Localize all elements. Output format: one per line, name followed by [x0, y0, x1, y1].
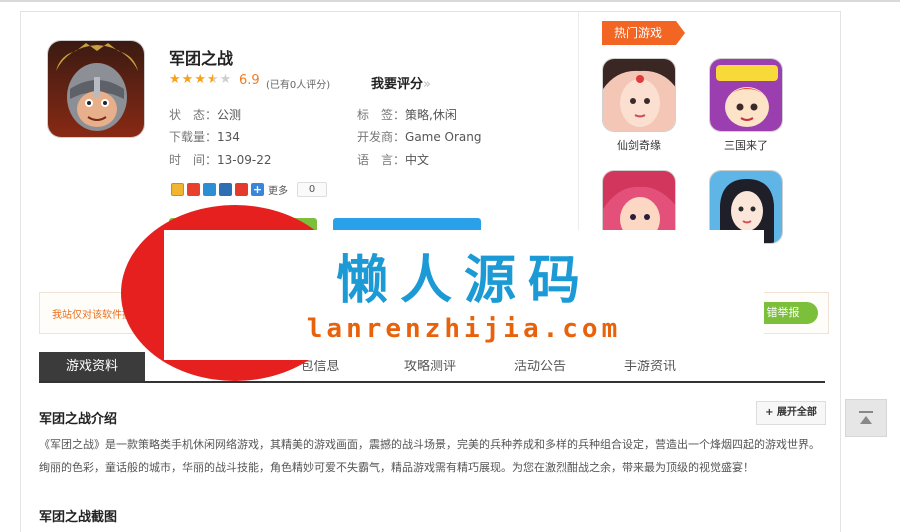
time-value: 13-09-22: [217, 153, 272, 167]
meta-time: 时 间：13-09-22: [169, 151, 271, 168]
screenshots-title: 军团之战截图: [39, 510, 118, 525]
star-icon: ★: [169, 72, 181, 87]
developer-value: Game Orang: [405, 130, 482, 144]
back-to-top-button[interactable]: [845, 399, 887, 437]
meta-tags: 标 签：策略,休闲: [357, 106, 457, 123]
game-icon: [47, 40, 145, 138]
sina-weibo-icon[interactable]: [187, 183, 200, 196]
star-empty-icon: ★: [219, 72, 232, 87]
tab-game-info[interactable]: 游戏资料: [39, 352, 145, 381]
plus-icon[interactable]: +: [251, 183, 264, 196]
tags-label: 标 签：: [357, 108, 406, 122]
rate-link-label: 我要评分: [371, 77, 424, 92]
developer-label: 开发商：: [357, 130, 406, 144]
meta-downloads: 下载量：134: [169, 128, 240, 145]
rating-stars: ★ ★ ★ ★ ★: [169, 73, 231, 87]
hot-game-item[interactable]: 三国来了: [709, 58, 783, 153]
arrow-up-icon: [860, 416, 872, 424]
share-bar: + 更多 0: [171, 182, 327, 197]
rating-count: (已有0人评分): [266, 80, 331, 91]
hot-game-name: 仙剑奇缘: [617, 139, 661, 152]
language-value: 中文: [405, 153, 430, 167]
column-divider: [578, 12, 579, 248]
intro-title: 军团之战介绍: [39, 412, 118, 427]
tags-value: 策略,休闲: [405, 108, 457, 122]
rating-score: 6.9: [239, 73, 260, 88]
share-count: 0: [297, 182, 327, 197]
meta-status: 状 态：公测: [169, 106, 241, 123]
watermark-title: 懒人源码: [335, 251, 592, 311]
downloads-value: 134: [217, 130, 240, 144]
share-more-link[interactable]: 更多: [268, 182, 288, 197]
rate-game-link[interactable]: 我要评分»: [371, 73, 431, 92]
star-icon: ★: [181, 72, 194, 87]
expand-all-button[interactable]: + 展开全部: [756, 401, 826, 425]
intro-text: 《军团之战》是一款策略类手机休闲网络游戏，其精美的游戏画面，震撼的战斗场景，完美…: [39, 438, 820, 474]
hot-game-name: 三国来了: [724, 139, 768, 152]
watermark: 懒人源码 lanrenzhijia.com: [164, 230, 764, 360]
qq-icon[interactable]: [235, 183, 248, 196]
hot-game-thumb: [709, 58, 783, 132]
meta-developer: 开发商：Game Orang: [357, 128, 482, 145]
tencent-weibo-icon[interactable]: [203, 183, 216, 196]
watermark-url: lanrenzhijia.com: [306, 314, 622, 344]
status-value: 公测: [217, 108, 242, 122]
chevron-right-icon: »: [423, 77, 431, 92]
hot-game-item[interactable]: 仙剑奇缘: [602, 58, 676, 153]
status-label: 状 态：: [169, 108, 218, 122]
meta-language: 语 言：中文: [357, 151, 429, 168]
qzone-icon[interactable]: [171, 183, 184, 196]
hot-game-thumb: [602, 58, 676, 132]
half-star-icon: ★: [206, 72, 219, 87]
downloads-label: 下载量：: [169, 130, 218, 144]
hot-games-header: 热门游戏: [602, 21, 686, 45]
star-icon: ★: [194, 72, 206, 87]
renren-icon[interactable]: [219, 183, 232, 196]
top-border: [0, 0, 900, 2]
language-label: 语 言：: [357, 153, 406, 167]
time-label: 时 间：: [169, 153, 218, 167]
game-title: 军团之战: [169, 49, 234, 68]
back-to-top-icon: [859, 411, 873, 413]
